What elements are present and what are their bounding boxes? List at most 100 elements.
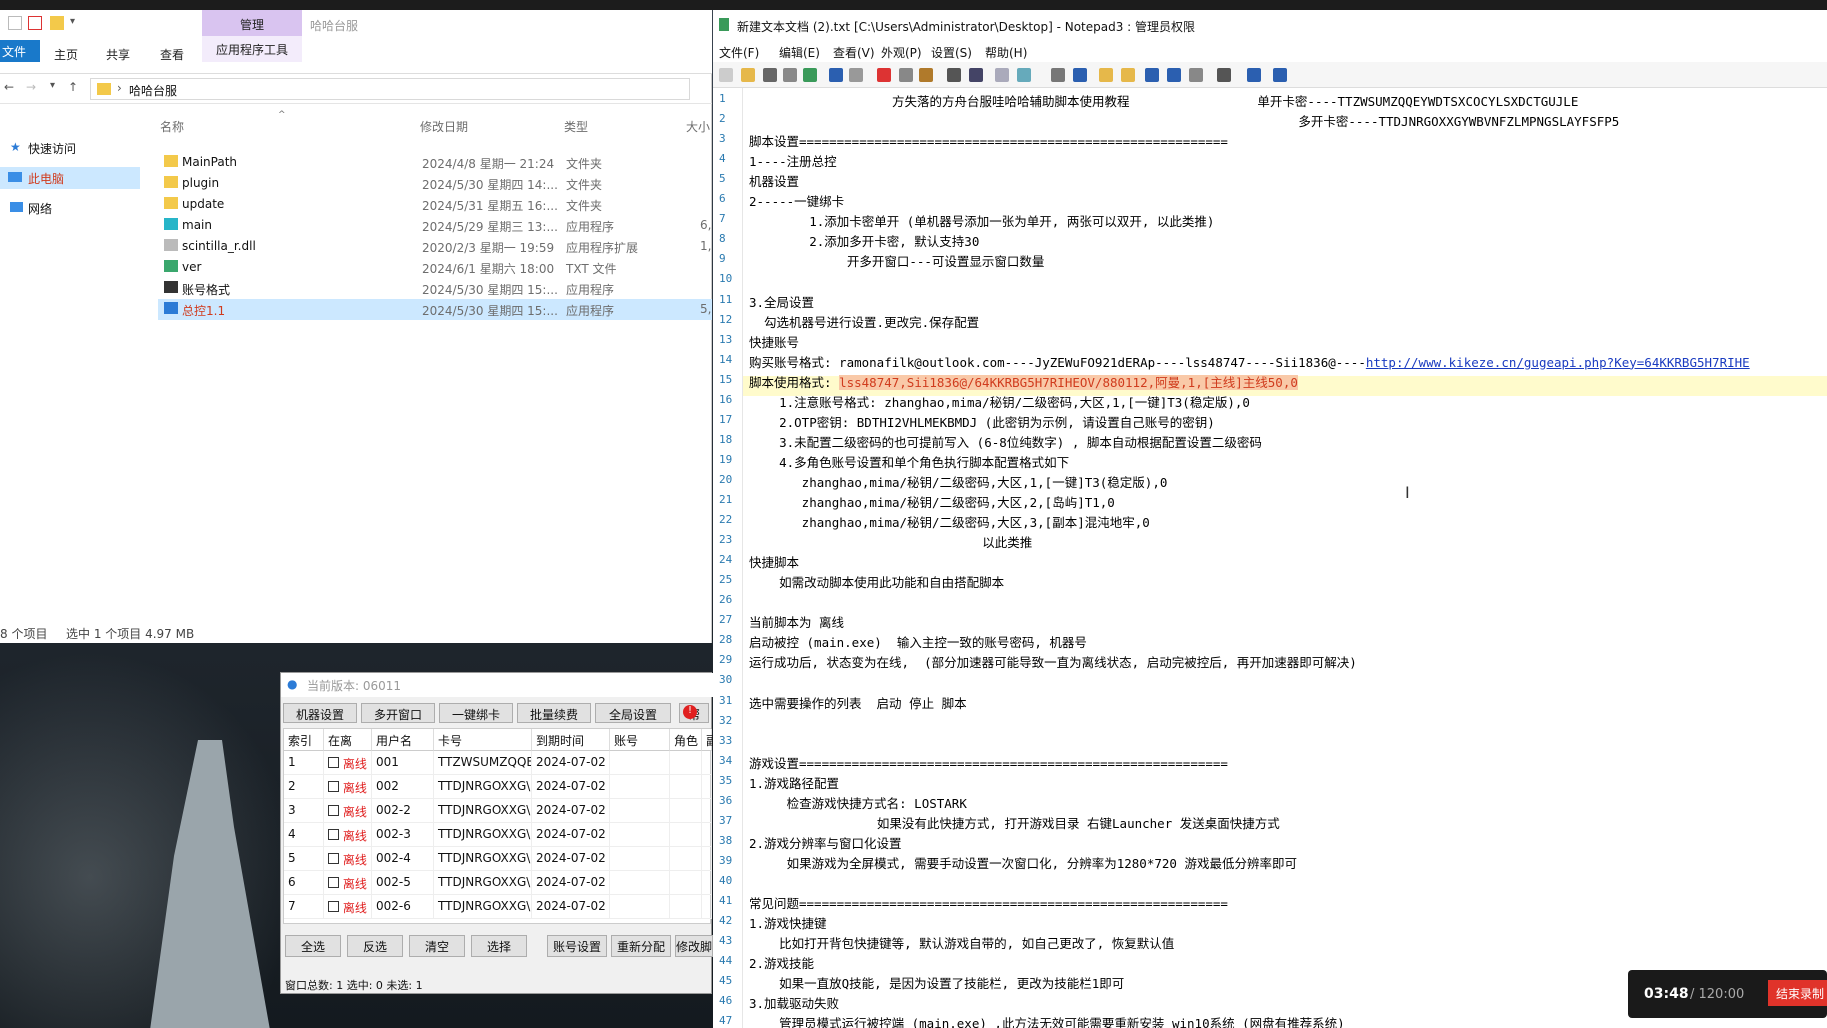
save-as-icon[interactable] — [783, 68, 797, 82]
app-icon — [164, 218, 178, 230]
tool-button[interactable]: 批量续费 — [517, 703, 591, 723]
menu-item[interactable]: 编辑(E) — [779, 44, 820, 61]
tool-bottom-button[interactable]: 修改脚 — [675, 935, 713, 957]
file-row[interactable]: 账号格式 2024/5/30 星期四 15:... 应用程序 — [158, 278, 712, 299]
nav-network[interactable]: 网络 — [8, 197, 140, 219]
tool-button[interactable]: 机器设置 — [283, 703, 357, 723]
grid-cell[interactable]: 离线 — [324, 751, 372, 775]
network-icon — [10, 202, 23, 212]
screen-top-strip — [0, 0, 1827, 10]
settings-icon[interactable] — [1189, 68, 1203, 82]
dll-icon — [164, 239, 178, 251]
tool-bottom-button[interactable]: 反选 — [347, 935, 403, 957]
open-icon[interactable] — [741, 68, 755, 82]
find-next-icon[interactable] — [995, 68, 1009, 82]
tab-app-tools[interactable]: 应用程序工具 — [202, 36, 302, 62]
forward-arrow-icon[interactable]: → — [26, 80, 36, 94]
row-checkbox[interactable] — [328, 877, 339, 888]
tab-manage[interactable]: 管理 — [202, 10, 302, 36]
zoom-in-icon[interactable] — [1145, 68, 1159, 82]
new-folder-icon[interactable] — [50, 16, 64, 30]
tab-home[interactable]: 主页 — [54, 46, 78, 63]
up-arrow-icon[interactable]: ↑ — [68, 80, 78, 94]
line-number: 31 — [719, 693, 733, 707]
nav-quick-access[interactable]: ★ 快速访问 — [8, 137, 140, 159]
cut-icon[interactable] — [877, 68, 891, 82]
file-row[interactable]: MainPath 2024/4/8 星期一 21:24 文件夹 — [158, 152, 712, 173]
new-file-icon[interactable] — [719, 68, 733, 82]
nav-this-pc[interactable]: 此电脑 — [0, 167, 140, 189]
favorites-icon[interactable] — [1121, 68, 1135, 82]
tool-bottom-button[interactable]: 全选 — [285, 935, 341, 957]
menu-item[interactable]: 外观(P) — [881, 44, 922, 61]
row-checkbox[interactable] — [328, 829, 339, 840]
pin-icon[interactable] — [1247, 68, 1261, 82]
properties-icon[interactable] — [28, 16, 42, 30]
line-number: 32 — [719, 713, 733, 727]
column-size[interactable]: 大小 — [686, 118, 710, 135]
paste-icon[interactable] — [919, 68, 933, 82]
address-field[interactable]: › 哈哈台服 — [90, 78, 690, 100]
grid-cell: 1 — [284, 751, 324, 775]
tab-file[interactable]: 文件 — [0, 40, 40, 62]
tool-bottom-button[interactable]: 账号设置 — [547, 935, 607, 957]
column-type[interactable]: 类型 — [564, 118, 588, 135]
grid-cell[interactable]: 离线 — [324, 895, 372, 919]
tool-button[interactable]: 全局设置 — [595, 703, 671, 723]
menu-item[interactable]: 查看(V) — [833, 44, 875, 61]
tool-bottom-button[interactable]: 选择 — [471, 935, 527, 957]
file-row[interactable]: scintilla_r.dll 2020/2/3 星期一 19:59 应用程序扩展 1… — [158, 236, 712, 257]
selected-text: lss48747,Sii1836@/64KKRBG5H7RIHEOV/88011… — [839, 374, 1298, 390]
redo-icon[interactable] — [849, 68, 863, 82]
file-row[interactable]: update 2024/5/31 星期五 16:... 文件夹 — [158, 194, 712, 215]
tool-bottom-button[interactable]: 清空 — [409, 935, 465, 957]
save-icon[interactable] — [763, 68, 777, 82]
chevron-down-icon[interactable]: ▾ — [70, 16, 75, 27]
row-checkbox[interactable] — [328, 853, 339, 864]
column-date[interactable]: 修改日期 — [420, 118, 468, 135]
row-checkbox[interactable] — [328, 781, 339, 792]
zoom-icon[interactable] — [1051, 68, 1065, 82]
tool-button[interactable]: 一键绑卡 — [439, 703, 513, 723]
grid-cell[interactable]: 离线 — [324, 871, 372, 895]
file-size: 1, — [700, 239, 712, 253]
grid-cell[interactable]: 离线 — [324, 847, 372, 871]
tool-bottom-button[interactable]: 重新分配 — [611, 935, 671, 957]
menu-item[interactable]: 文件(F) — [719, 44, 759, 61]
line-number: 34 — [719, 753, 733, 767]
screen-icon[interactable] — [1217, 68, 1231, 82]
copy-icon[interactable] — [899, 68, 913, 82]
file-row[interactable]: 总控1.1 2024/5/30 星期四 15:... 应用程序 5, — [158, 299, 712, 320]
row-checkbox[interactable] — [328, 757, 339, 768]
wrap-icon[interactable] — [1017, 68, 1031, 82]
undo-icon[interactable] — [829, 68, 843, 82]
grid-cell[interactable]: 离线 — [324, 775, 372, 799]
recent-chevron-icon[interactable]: ▾ — [50, 80, 55, 91]
refresh-icon[interactable] — [803, 68, 817, 82]
star-icon[interactable] — [1099, 68, 1113, 82]
tool-button[interactable]: 多开窗口 — [361, 703, 435, 723]
replace-icon[interactable] — [969, 68, 983, 82]
line-number: 21 — [719, 493, 733, 506]
close-icon[interactable] — [1273, 68, 1287, 82]
grid-cell[interactable]: 离线 — [324, 799, 372, 823]
zoom-reset-icon[interactable] — [1167, 68, 1181, 82]
url-link[interactable]: http://www.kikeze.cn/gugeapi.php?Key=64K… — [1366, 355, 1750, 370]
grid-cell[interactable]: 离线 — [324, 823, 372, 847]
file-row[interactable]: main 2024/5/29 星期三 13:... 应用程序 6, — [158, 215, 712, 236]
zoom-out-icon[interactable] — [1073, 68, 1087, 82]
row-checkbox[interactable] — [328, 805, 339, 816]
tab-view[interactable]: 查看 — [160, 46, 184, 63]
file-row[interactable]: plugin 2024/5/30 星期四 14:... 文件夹 — [158, 173, 712, 194]
file-row[interactable]: ver 2024/6/1 星期六 18:00 TXT 文件 — [158, 257, 712, 278]
find-icon[interactable] — [947, 68, 961, 82]
menu-item[interactable]: 帮助(H) — [985, 44, 1027, 61]
column-name[interactable]: 名称 — [160, 118, 184, 135]
grid-header: 卡号 — [434, 729, 532, 751]
row-checkbox[interactable] — [328, 901, 339, 912]
back-arrow-icon[interactable]: ← — [4, 80, 14, 94]
menu-item[interactable]: 设置(S) — [931, 44, 972, 61]
tab-share[interactable]: 共享 — [106, 46, 130, 63]
end-recording-button[interactable]: 结束录制 — [1768, 980, 1827, 1006]
folder-icon[interactable] — [8, 16, 22, 30]
